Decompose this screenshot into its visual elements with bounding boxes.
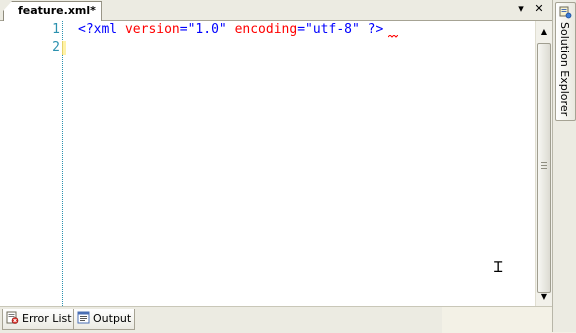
line-number: 1: [52, 22, 60, 37]
close-document-icon[interactable]: ✕: [532, 2, 546, 16]
tab-error-list[interactable]: Error List: [2, 309, 76, 330]
margin-separator: [62, 21, 63, 306]
code-editor[interactable]: 1 2 <?xml version="1.0" encoding="utf-8"…: [0, 21, 535, 306]
xml-eq: =: [179, 22, 188, 37]
text-cursor-icon: Ɪ: [494, 258, 503, 276]
side-panel: Solution Explorer: [552, 0, 576, 332]
xml-decl-close: ?>: [367, 22, 384, 37]
xml-attr-encoding: encoding: [234, 22, 298, 37]
error-list-icon: [6, 311, 19, 324]
tab-label: feature.xml*: [18, 4, 96, 17]
bottom-tab-strip: Error List Output: [0, 306, 552, 333]
solution-explorer-label: Solution Explorer: [558, 22, 571, 117]
change-tracking-bar: [62, 41, 66, 55]
output-label: Output: [93, 312, 132, 325]
error-list-label: Error List: [22, 312, 72, 325]
document-tab-strip: feature.xml* ▾ ✕: [0, 0, 552, 21]
xml-value-version: "1.0": [187, 22, 227, 37]
tab-output[interactable]: Output: [73, 309, 136, 330]
scrollbar-grip: [541, 162, 547, 169]
xml-decl-open: <?xml: [78, 22, 118, 37]
scrollbar-thumb[interactable]: [537, 43, 551, 293]
tab-dropdown-icon[interactable]: ▾: [514, 2, 528, 16]
error-squiggle: [388, 35, 398, 38]
scroll-up-icon[interactable]: ▲: [536, 25, 552, 39]
solution-explorer-tab[interactable]: Solution Explorer: [555, 2, 576, 121]
code-line-1[interactable]: <?xml version="1.0" encoding="utf-8" ?>: [78, 21, 383, 39]
xml-value-encoding: "utf-8": [305, 22, 360, 37]
tab-feature-xml[interactable]: feature.xml*: [3, 1, 102, 21]
vertical-scrollbar[interactable]: ▲ ▼: [535, 21, 552, 306]
solution-explorer-icon: [559, 6, 572, 19]
xml-eq: =: [297, 22, 306, 37]
xml-attr-version: version: [124, 22, 180, 37]
strip-background: [442, 307, 552, 333]
output-icon: [77, 311, 90, 324]
scroll-down-icon[interactable]: ▼: [536, 290, 552, 304]
line-number: 2: [52, 40, 60, 55]
